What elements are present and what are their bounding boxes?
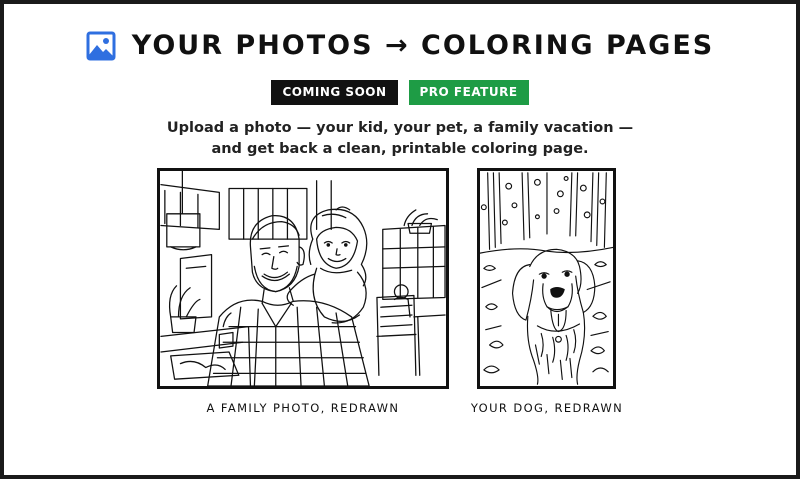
intro-text: Upload a photo — your kid, your pet, a f… [4,118,796,160]
header: YOUR PHOTOS → COLORING PAGES [4,30,796,61]
intro-line-2: and get back a clean, printable coloring… [211,141,589,157]
dog-coloring-page [480,172,613,385]
intro-line-1: Upload a photo — your kid, your pet, a f… [166,120,634,136]
coloring-pages-promo-panel: YOUR PHOTOS → COLORING PAGES COMING SOON… [0,0,800,479]
coming-soon-badge: COMING SOON [271,80,398,105]
image-icon [86,31,116,60]
dog-example-image [477,168,616,389]
dog-caption: YOUR DOG, REDRAWN [470,401,624,415]
father-and-daughter-coloring-page [160,171,446,386]
badge-row: COMING SOON PRO FEATURE [4,80,796,105]
family-photo-example-image [157,168,449,389]
page-title: YOUR PHOTOS → COLORING PAGES [131,30,715,61]
pro-feature-badge: PRO FEATURE [408,80,529,105]
family-photo-caption: A FAMILY PHOTO, REDRAWN [206,401,400,415]
